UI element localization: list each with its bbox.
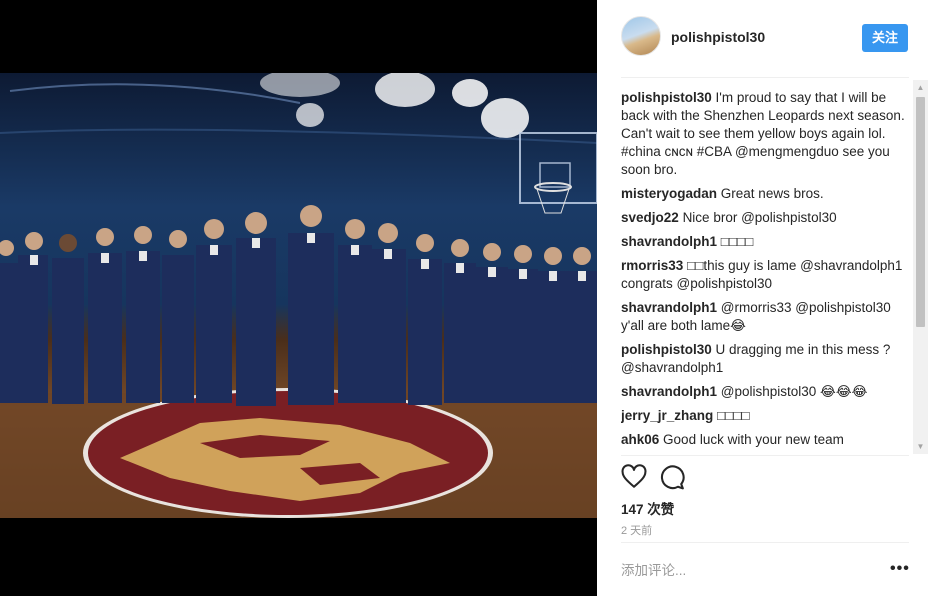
comment-item: shavrandolph1 @polishpistol30 😂😂😂	[621, 383, 908, 401]
comment-username[interactable]: rmorris33	[621, 258, 683, 273]
comment-item: rmorris33 □□this guy is lame @shavrandol…	[621, 257, 908, 293]
comment-username[interactable]: shavrandolph1	[621, 384, 717, 399]
comment-username[interactable]: svedjo22	[621, 210, 679, 225]
add-comment-input[interactable]	[621, 558, 861, 582]
comment-item: jerry_jr_zhang □□□□	[621, 407, 908, 425]
follow-button[interactable]: 关注	[862, 24, 908, 52]
post-header: polishpistol30 关注	[621, 16, 908, 60]
comment-list: polishpistol30 I'm proud to say that I w…	[621, 89, 908, 454]
comment-text: Great news bros.	[720, 186, 824, 201]
comment-item: shavrandolph1 □□□□	[621, 233, 908, 251]
comment-text: @polishpistol30 😂😂😂	[720, 384, 868, 399]
comment-text: □□□□	[717, 408, 750, 423]
post-media	[0, 0, 597, 596]
header-username[interactable]: polishpistol30	[671, 29, 765, 45]
comment-item: ahk06 Good luck with your new team	[621, 431, 908, 449]
comment-text: Nice bror @polishpistol30	[682, 210, 837, 225]
more-options-icon[interactable]: •••	[890, 560, 910, 578]
post-photo[interactable]	[0, 73, 597, 518]
comment-username[interactable]: shavrandolph1	[621, 234, 717, 249]
scroll-up-arrow-icon[interactable]: ▲	[913, 80, 928, 95]
comment-item: polishpistol30 I'm proud to say that I w…	[621, 89, 908, 179]
comment-icon[interactable]	[659, 464, 687, 492]
post-sidebar: polishpistol30 关注 polishpistol30 I'm pro…	[597, 0, 929, 596]
comment-username[interactable]: shavrandolph1	[621, 300, 717, 315]
avatar[interactable]	[621, 16, 661, 56]
like-count[interactable]: 147 次赞	[621, 498, 674, 518]
scroll-down-arrow-icon[interactable]: ▼	[913, 439, 928, 454]
comment-text: Good luck with your new team	[663, 432, 844, 447]
comment-username[interactable]: misteryogadan	[621, 186, 717, 201]
comment-text: □□□□	[720, 234, 754, 249]
comments-scrollbar[interactable]: ▲ ▼	[913, 80, 928, 454]
comment-username[interactable]: ahk06	[621, 432, 659, 447]
comment-item: misteryogadan Great news bros.	[621, 185, 908, 203]
header-divider	[621, 77, 909, 78]
actions-divider	[621, 455, 909, 456]
comment-item: polishpistol30 U dragging me in this mes…	[621, 341, 908, 377]
heart-icon[interactable]	[621, 464, 649, 492]
scrollbar-thumb[interactable]	[916, 97, 925, 327]
comment-box-divider	[621, 542, 909, 543]
comment-username[interactable]: polishpistol30	[621, 90, 712, 105]
comment-item: svedjo22 Nice bror @polishpistol30	[621, 209, 908, 227]
post-timestamp[interactable]: 2 天前	[621, 522, 652, 538]
team-photo-illustration	[0, 73, 597, 518]
comment-username[interactable]: jerry_jr_zhang	[621, 408, 713, 423]
comment-item: shavrandolph1 @rmorris33 @polishpistol30…	[621, 299, 908, 335]
comment-username[interactable]: polishpistol30	[621, 342, 712, 357]
